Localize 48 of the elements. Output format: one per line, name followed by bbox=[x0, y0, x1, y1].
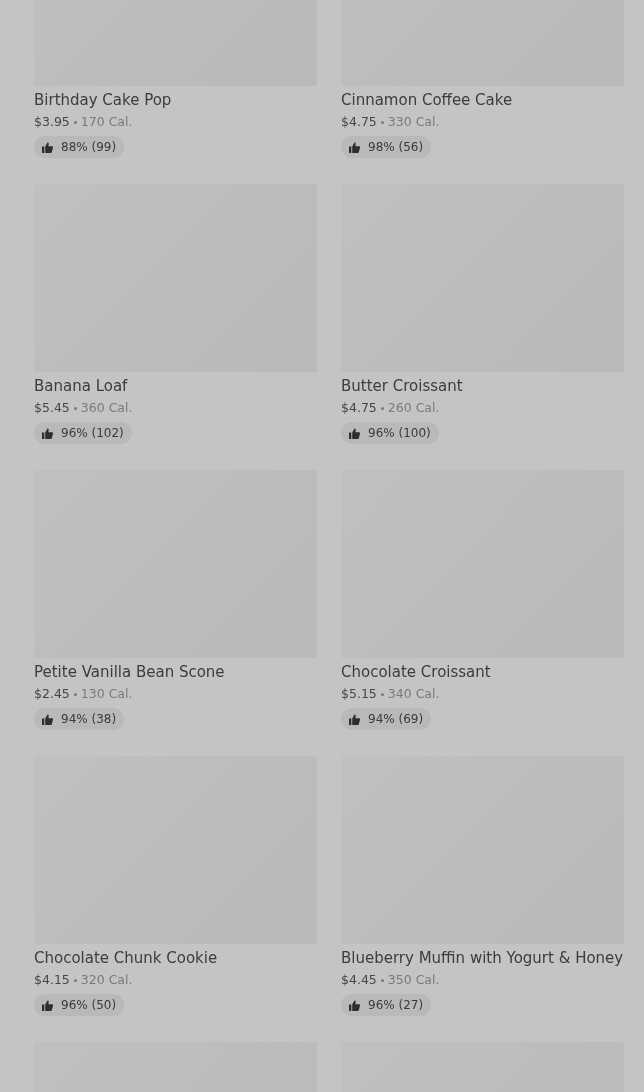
rating-badge: 94% (69) bbox=[341, 708, 432, 730]
product-price: $2.45 bbox=[34, 685, 70, 703]
rating-badge: 88% (99) bbox=[34, 136, 125, 158]
product-name[interactable]: Banana Loaf bbox=[34, 376, 317, 396]
product-calories: 320 Cal. bbox=[80, 971, 133, 989]
thumbs-up-icon bbox=[349, 713, 360, 725]
product-calories: 340 Cal. bbox=[387, 685, 440, 703]
product-price: $3.95 bbox=[34, 113, 70, 131]
product-calories: 360 Cal. bbox=[80, 399, 133, 417]
separator-dot bbox=[73, 120, 77, 124]
product-calories: 330 Cal. bbox=[387, 113, 440, 131]
rating-badge: 96% (50) bbox=[34, 994, 125, 1016]
product-name[interactable]: Chocolate Chunk Cookie bbox=[34, 948, 317, 968]
rating-badge: 96% (102) bbox=[34, 422, 132, 444]
product-price: $5.45 bbox=[34, 399, 70, 417]
product-price: $4.15 bbox=[34, 971, 70, 989]
product-name[interactable]: Blueberry Muffin with Yogurt & Honey bbox=[341, 948, 624, 968]
product-name[interactable]: Birthday Cake Pop bbox=[34, 90, 317, 110]
separator-dot bbox=[380, 120, 384, 124]
product-name[interactable]: Cinnamon Coffee Cake bbox=[341, 90, 624, 110]
rating-badge: 94% (38) bbox=[34, 708, 125, 730]
thumbs-up-icon bbox=[42, 713, 53, 725]
separator-dot bbox=[380, 406, 384, 410]
thumbs-up-icon bbox=[349, 999, 360, 1011]
product-price: $4.75 bbox=[341, 113, 377, 131]
thumbs-up-icon bbox=[42, 999, 53, 1011]
product-name[interactable]: Butter Croissant bbox=[341, 376, 624, 396]
product-calories: 350 Cal. bbox=[387, 971, 440, 989]
product-calories: 170 Cal. bbox=[80, 113, 133, 131]
separator-dot bbox=[380, 692, 384, 696]
thumbs-up-icon bbox=[42, 141, 53, 153]
separator-dot bbox=[380, 978, 384, 982]
rating-badge: 98% (56) bbox=[341, 136, 432, 158]
thumbs-up-icon bbox=[349, 141, 360, 153]
product-name[interactable]: Chocolate Croissant bbox=[341, 662, 624, 682]
thumbs-up-icon bbox=[349, 427, 360, 439]
product-price: $5.15 bbox=[341, 685, 377, 703]
rating-badge: 96% (27) bbox=[341, 994, 432, 1016]
separator-dot bbox=[73, 406, 77, 410]
product-price: $4.75 bbox=[341, 399, 377, 417]
separator-dot bbox=[73, 692, 77, 696]
product-calories: 260 Cal. bbox=[387, 399, 440, 417]
product-name[interactable]: Petite Vanilla Bean Scone bbox=[34, 662, 317, 682]
rating-badge: 96% (100) bbox=[341, 422, 439, 444]
product-calories: 130 Cal. bbox=[80, 685, 133, 703]
thumbs-up-icon bbox=[42, 427, 53, 439]
product-price: $4.45 bbox=[341, 971, 377, 989]
separator-dot bbox=[73, 978, 77, 982]
